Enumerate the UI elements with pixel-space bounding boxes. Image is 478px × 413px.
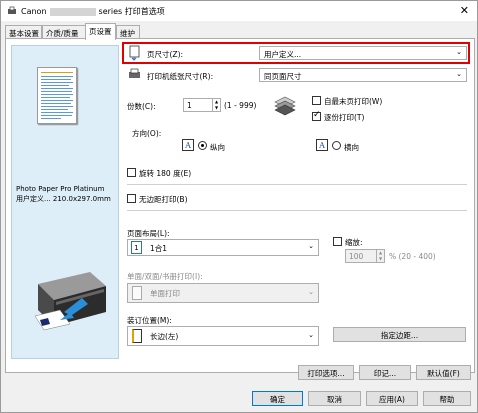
printing-preferences-window: Canon series 打印首选项 ✕ 基本设置 介质/质量 页设置 维护 P… (0, 0, 478, 413)
redacted-model-name (49, 7, 96, 16)
copies-range: (1 - 999) (224, 101, 257, 110)
specify-margin-button[interactable]: 指定边距... (333, 327, 466, 342)
ok-button[interactable]: 确定 (252, 391, 303, 406)
close-icon[interactable]: ✕ (460, 4, 469, 17)
stapling-side-dropdown[interactable]: 长边(左) ⌄ (127, 326, 319, 346)
chevron-down-icon: ⌄ (308, 288, 314, 296)
chevron-down-icon: ⌄ (456, 48, 462, 56)
portrait-icon: A (182, 139, 194, 151)
borderless-label[interactable]: 无边距打印(B) (139, 194, 188, 205)
single-sided-icon (132, 286, 142, 300)
portrait-label[interactable]: 纵向 (210, 142, 225, 153)
scaling-range: % (20 - 400) (389, 252, 436, 261)
borderless-checkbox[interactable] (127, 194, 136, 203)
media-size: 用户定义... 210.0x297.0mm (16, 195, 111, 203)
tab-page-setup[interactable]: 页设置 (85, 23, 116, 40)
scaling-stepper[interactable]: 100 ▲ ▼ (345, 249, 385, 263)
copies-stepper[interactable]: 1 ▲ ▼ (183, 98, 221, 112)
duplex-dropdown[interactable]: 单面打印 ⌄ (127, 283, 319, 303)
printer-icon (8, 6, 16, 14)
cancel-button[interactable]: 取消 (308, 391, 361, 406)
rotate-180-label[interactable]: 旋转 180 度(E) (139, 168, 191, 179)
spin-arrows-icon[interactable]: ▲ ▼ (212, 99, 220, 111)
stamp-button[interactable]: 印记... (359, 365, 411, 380)
landscape-radio[interactable] (332, 141, 341, 150)
page-size-icon (129, 45, 140, 61)
media-name: Photo Paper Pro Platinum (16, 185, 105, 193)
printer-paper-icon (129, 68, 140, 78)
chevron-down-icon: ⌄ (308, 331, 314, 339)
chevron-down-icon: ⌄ (456, 70, 462, 78)
copies-label: 份数(C): (127, 102, 156, 111)
tab-basic-settings[interactable]: 基本设置 (5, 25, 42, 39)
layout-normal-icon: 1 (131, 241, 142, 254)
collate-checkbox[interactable] (312, 110, 321, 121)
orientation-label: 方向(O): (132, 129, 162, 138)
duplex-label: 单面/双面/书册打印(I): (127, 272, 203, 281)
divider (127, 184, 467, 185)
spin-arrows-icon[interactable]: ▲ ▼ (376, 250, 384, 262)
page-layout-label: 页面布局(L): (127, 229, 170, 238)
preview-panel: Photo Paper Pro Platinum 用户定义... 210.0x2… (11, 45, 119, 359)
long-edge-left-icon (132, 329, 142, 343)
page-size-label: 页尺寸(Z): (147, 50, 184, 59)
printer-paper-size-label: 打印机纸张尺寸(R): (147, 72, 214, 81)
scaling-checkbox[interactable] (333, 237, 342, 246)
media-info: Photo Paper Pro Platinum 用户定义... 210.0x2… (16, 184, 116, 204)
reverse-order-label[interactable]: 自最末页打印(W) (324, 96, 382, 107)
page-size-dropdown[interactable]: 用户定义... ⌄ (259, 46, 467, 60)
landscape-label[interactable]: 横向 (344, 142, 359, 153)
collate-pages-icon (274, 96, 296, 116)
printer-illustration-icon (34, 272, 106, 331)
rotate-180-checkbox[interactable] (127, 168, 136, 177)
scaling-label[interactable]: 缩放: (345, 237, 363, 248)
reverse-order-checkbox[interactable] (312, 96, 321, 105)
title-bar: Canon series 打印首选项 ✕ (1, 1, 477, 21)
stapling-side-label: 装订位置(M): (127, 316, 172, 325)
printer-paper-size-dropdown[interactable]: 同页面尺寸 ⌄ (259, 68, 467, 82)
tab-maintenance[interactable]: 维护 (116, 25, 140, 39)
collate-label[interactable]: 逐份打印(T) (324, 112, 364, 123)
divider (127, 210, 467, 211)
tab-media-quality[interactable]: 介质/质量 (42, 25, 86, 39)
landscape-icon: A (316, 139, 328, 151)
window-title: Canon series 打印首选项 (21, 7, 165, 16)
apply-button[interactable]: 应用(A) (366, 391, 418, 406)
print-options-button[interactable]: 打印选项... (298, 365, 354, 380)
portrait-radio[interactable] (198, 141, 207, 150)
defaults-button[interactable]: 默认值(F) (416, 365, 471, 380)
help-button[interactable]: 帮助 (423, 391, 471, 406)
chevron-down-icon: ⌄ (308, 242, 314, 250)
page-layout-dropdown[interactable]: 1 1合1 ⌄ (127, 239, 319, 256)
page-preview (37, 67, 77, 124)
